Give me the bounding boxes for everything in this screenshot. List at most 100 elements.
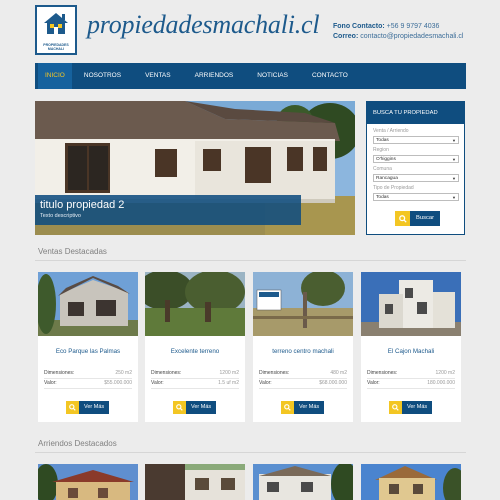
house-icon [41,10,71,36]
select-value: Todas [376,195,389,200]
search-icon [281,401,294,414]
value-row: Valor: 180.000.000 [367,380,455,389]
hero-title[interactable]: titulo propiedad 2 [40,199,124,211]
dimension-value: 250 m2 [115,370,132,376]
nav-contacto[interactable]: CONTACTO [300,63,360,89]
value-value: $55.000.000 [104,380,132,386]
rental-card[interactable] [361,464,461,500]
dimension-label: Dimensiones: [259,370,290,376]
search-icon [66,401,79,414]
nav-arriendos[interactable]: ARRIENDOS [183,63,246,89]
select-value: Todas [376,138,389,143]
divider [35,260,466,261]
arriendos-section-title: Arriendos Destacados [38,439,117,448]
select-region[interactable]: O'higgins ▼ [373,155,459,163]
search-icon [173,401,186,414]
property-card[interactable]: El Cajon Machali Dimensiones: 1200 m2 Val… [361,272,461,422]
property-image [253,272,353,336]
property-card[interactable]: terreno centro machali Dimensiones: 480 m… [253,272,353,422]
property-name[interactable]: El Cajon Machali [361,348,461,355]
search-button[interactable]: Buscar [395,211,441,226]
ver-mas-label: Ver Más [79,401,110,414]
search-icon [389,401,402,414]
ver-mas-label: Ver Más [186,401,217,414]
select-comuna[interactable]: Rancagua ▼ [373,174,459,182]
ver-mas-button[interactable]: Ver Más [389,401,433,414]
ver-mas-button[interactable]: Ver Más [281,401,325,414]
site-header: PROPIEDADES MACHALI propiedadesmachali.c… [0,0,500,62]
field-label-comuna: Comuna [373,166,392,172]
hero-description: Texto descriptivo [40,213,81,219]
dimension-label: Dimensiones: [44,370,75,376]
ver-mas-button[interactable]: Ver Más [173,401,217,414]
select-tipo-propiedad[interactable]: Todas ▼ [373,193,459,201]
search-button-label: Buscar [410,211,441,226]
dimension-value: 1200 m2 [435,370,455,376]
site-title[interactable]: propiedadesmachali.cl [87,10,320,40]
value-label: Valor: [367,380,380,386]
property-image [361,272,461,336]
chevron-down-icon: ▼ [452,176,456,181]
property-image [145,272,245,336]
field-label-tipo-propiedad: Tipo de Propiedad [373,185,414,191]
dimension-label: Dimensiones: [367,370,398,376]
nav-nosotros[interactable]: NOSOTROS [72,63,133,89]
email-link[interactable]: contacto@propiedadesmachali.cl [360,33,463,40]
main-nav: INICIO NOSOTROS VENTAS ARRIENDOS NOTICIA… [35,63,466,89]
chevron-down-icon: ▼ [452,157,456,162]
value-value: $68.000.000 [319,380,347,386]
ver-mas-label: Ver Más [402,401,433,414]
phone-value: +56 9 9797 4036 [386,23,440,30]
site-logo[interactable]: PROPIEDADES MACHALI [35,5,77,55]
property-name[interactable]: terreno centro machali [253,348,353,355]
value-row: Valor: $68.000.000 [259,380,347,389]
property-image [38,272,138,336]
property-search-panel: BUSCA TU PROPIEDAD Venta / Arriendo Toda… [366,101,465,235]
ver-mas-label: Ver Más [294,401,325,414]
dimension-row: Dimensiones: 250 m2 [44,370,132,379]
rental-card[interactable] [145,464,245,500]
phone-label: Fono Contacto: [333,23,385,30]
property-name[interactable]: Excelente terreno [145,348,245,355]
rental-card[interactable] [253,464,353,500]
dimension-value: 480 m2 [330,370,347,376]
property-card[interactable]: Excelente terreno Dimensiones: 1200 m2 Va… [145,272,245,422]
property-image [38,464,138,500]
property-image [145,464,245,500]
field-label-tipo: Venta / Arriendo [373,128,409,134]
dimension-row: Dimensiones: 480 m2 [259,370,347,379]
divider [35,452,466,453]
property-image [253,464,353,500]
property-image [361,464,461,500]
value-label: Valor: [44,380,57,386]
search-heading: BUSCA TU PROPIEDAD [367,102,464,124]
nav-inicio[interactable]: INICIO [38,63,72,89]
select-venta-arriendo[interactable]: Todas ▼ [373,136,459,144]
nav-noticias[interactable]: NOTICIAS [245,63,300,89]
value-value: 180.000.000 [427,380,455,386]
property-card[interactable]: Eco Parque las Palmas Dimensiones: 250 m2… [38,272,138,422]
search-icon [395,211,410,226]
select-value: Rancagua [376,176,398,181]
value-label: Valor: [259,380,272,386]
value-label: Valor: [151,380,164,386]
dimension-row: Dimensiones: 1200 m2 [151,370,239,379]
select-value: O'higgins [376,157,396,162]
value-row: Valor: $55.000.000 [44,380,132,389]
ver-mas-button[interactable]: Ver Más [66,401,110,414]
ventas-section-title: Ventas Destacadas [38,247,107,256]
dimension-label: Dimensiones: [151,370,182,376]
contact-info: Fono Contacto: +56 9 9797 4036 Correo: c… [333,22,463,42]
field-label-region: Region [373,147,389,153]
value-row: Valor: 1.5 uf m2 [151,380,239,389]
chevron-down-icon: ▼ [452,138,456,143]
rental-card[interactable] [38,464,138,500]
value-value: 1.5 uf m2 [218,380,239,386]
nav-ventas[interactable]: VENTAS [133,63,183,89]
dimension-row: Dimensiones: 1200 m2 [367,370,455,379]
chevron-down-icon: ▼ [452,195,456,200]
property-name[interactable]: Eco Parque las Palmas [38,348,138,355]
logo-text: PROPIEDADES MACHALI [43,43,69,51]
hero-caption: titulo propiedad 2 Texto descriptivo [35,195,301,225]
dimension-value: 1200 m2 [219,370,239,376]
